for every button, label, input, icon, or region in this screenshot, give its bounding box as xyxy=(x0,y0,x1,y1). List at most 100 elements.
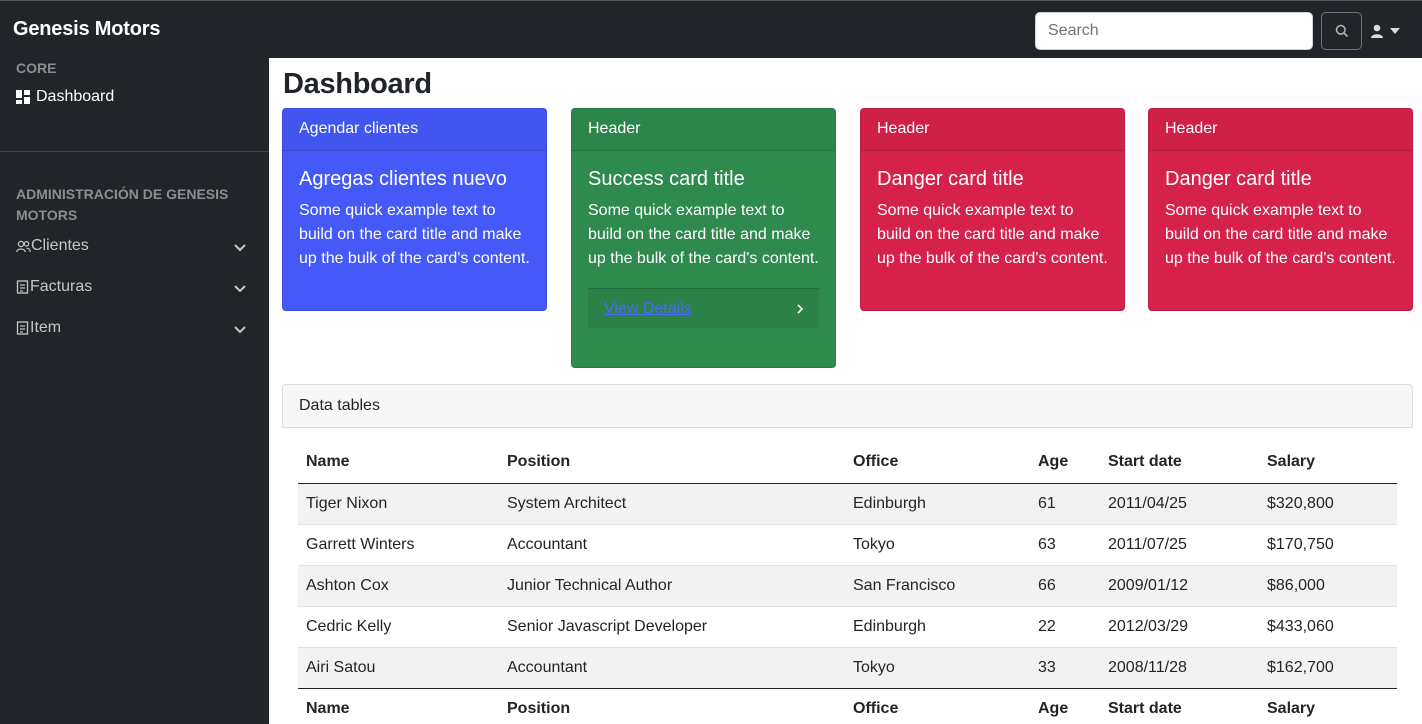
table-cell: 66 xyxy=(1038,576,1056,594)
footer-header-name: Name xyxy=(298,687,499,724)
card-text: Some quick example text to build on the … xyxy=(1165,202,1396,267)
column-header-name[interactable]: Name xyxy=(298,442,499,484)
table-cell: $170,750 xyxy=(1267,535,1334,553)
table-cell: Edinburgh xyxy=(853,617,926,635)
search-button[interactable] xyxy=(1321,12,1362,50)
users-icon xyxy=(16,240,31,252)
sidebar-item-dashboard[interactable]: Dashboard xyxy=(16,88,114,106)
table-cell: 22 xyxy=(1038,617,1056,635)
table-cell: 2008/11/28 xyxy=(1108,658,1187,676)
table-cell: Ashton Cox xyxy=(306,576,389,594)
card-body: Success card title Some quick example te… xyxy=(572,151,835,271)
table-row: Ashton Cox Junior Technical Author San F… xyxy=(298,565,1397,606)
card-title: Success card title xyxy=(588,168,745,190)
column-header-position[interactable]: Position xyxy=(499,442,845,484)
sidebar-item-label: Item xyxy=(30,319,62,336)
card-title: Danger card title xyxy=(1165,168,1312,190)
footer-header-start-date: Start date xyxy=(1100,687,1259,724)
table-cell: Accountant xyxy=(507,535,588,553)
table-cell: System Architect xyxy=(507,494,627,512)
table-cell: Airi Satou xyxy=(306,658,376,676)
sidebar-item-facturas[interactable]: Facturas xyxy=(16,278,92,296)
footer-header-salary: Salary xyxy=(1259,687,1397,724)
column-header-age[interactable]: Age xyxy=(1030,442,1100,484)
sidebar-item-label: Clientes xyxy=(31,237,89,254)
table-cell: Edinburgh xyxy=(853,494,926,512)
view-details-link[interactable]: View Details xyxy=(604,300,692,318)
user-icon xyxy=(1371,24,1383,38)
datatable-header: Data tables xyxy=(299,397,380,414)
table-cell: Tokyo xyxy=(853,658,895,676)
card-body: Danger card title Some quick example tex… xyxy=(861,151,1124,271)
card-success: Header Success card title Some quick exa… xyxy=(571,108,836,368)
sidebar-heading-admin: ADMINISTRACIÓN DE GENESIS MOTORS xyxy=(16,186,229,223)
card-danger: Header Danger card title Some quick exam… xyxy=(1148,108,1413,311)
table-cell: 61 xyxy=(1038,494,1056,512)
chevron-right-icon[interactable] xyxy=(797,303,803,314)
table-cell: 2012/03/29 xyxy=(1108,617,1189,635)
table-cell: $162,700 xyxy=(1267,658,1334,676)
sidebar-item-clientes[interactable]: Clientes xyxy=(16,237,89,255)
table-cell: $86,000 xyxy=(1267,576,1325,594)
footer-header-age: Age xyxy=(1030,687,1100,724)
table-header-row: Name Position Office Age Start date Sala… xyxy=(298,442,1397,484)
table-cell: 2009/01/12 xyxy=(1108,576,1189,594)
page-title: Dashboard xyxy=(283,68,432,100)
top-navbar: Genesis Motors xyxy=(0,0,1422,58)
table-cell: 63 xyxy=(1038,535,1056,553)
sidebar-item-item[interactable]: Item xyxy=(16,319,61,337)
dashboard-icon xyxy=(16,90,30,104)
sidebar-divider xyxy=(0,151,269,152)
table-cell: Cedric Kelly xyxy=(306,617,392,635)
table-row: Cedric Kelly Senior Javascript Developer… xyxy=(298,606,1397,647)
card-danger: Header Danger card title Some quick exam… xyxy=(860,108,1125,311)
card-title: Agregas clientes nuevo xyxy=(299,168,507,190)
table-row: Tiger Nixon System Architect Edinburgh 6… xyxy=(298,483,1397,524)
table-cell: $320,800 xyxy=(1267,494,1334,512)
table-cell: Senior Javascript Developer xyxy=(507,617,708,635)
table-cell: Accountant xyxy=(507,658,588,676)
document-icon xyxy=(16,321,29,335)
card-text: Some quick example text to build on the … xyxy=(299,202,530,267)
card-body: Agregas clientes nuevo Some quick exampl… xyxy=(283,151,546,271)
column-header-start-date[interactable]: Start date xyxy=(1100,442,1259,484)
search-input[interactable] xyxy=(1035,12,1313,50)
card-header: Header xyxy=(572,109,835,151)
table-cell: Tiger Nixon xyxy=(306,494,388,512)
sidebar-item-label: Dashboard xyxy=(36,88,115,105)
table-cell: Garrett Winters xyxy=(306,535,415,553)
card-header: Header xyxy=(861,109,1124,151)
footer-header-office: Office xyxy=(845,687,1030,724)
card-header: Agendar clientes xyxy=(283,109,546,151)
table-cell: $433,060 xyxy=(1267,617,1334,635)
table-cell: 33 xyxy=(1038,658,1056,676)
card-text: Some quick example text to build on the … xyxy=(588,202,819,267)
footer-header-position: Position xyxy=(499,687,845,724)
card-header: Header xyxy=(1149,109,1412,151)
sidebar-item-label: Facturas xyxy=(30,278,93,295)
brand-logo[interactable]: Genesis Motors xyxy=(13,18,160,41)
table-footer-row: Name Position Office Age Start date Sala… xyxy=(298,687,1397,724)
user-menu-button[interactable] xyxy=(1370,19,1410,43)
card-title: Danger card title xyxy=(877,168,1024,190)
table-cell: 2011/07/25 xyxy=(1108,535,1187,553)
table-row: Garrett Winters Accountant Tokyo 63 2011… xyxy=(298,524,1397,565)
column-header-office[interactable]: Office xyxy=(845,442,1030,484)
caret-down-icon xyxy=(1390,28,1400,34)
datatable-card: Data tables xyxy=(282,384,1413,428)
chevron-down-icon[interactable] xyxy=(234,244,246,252)
table-cell: Junior Technical Author xyxy=(507,576,673,594)
document-icon xyxy=(16,280,29,294)
data-table: Name Position Office Age Start date Sala… xyxy=(298,442,1397,724)
column-header-salary[interactable]: Salary xyxy=(1259,442,1397,484)
table-cell: 2011/04/25 xyxy=(1108,494,1187,512)
card-text: Some quick example text to build on the … xyxy=(877,202,1108,267)
sidebar-heading-core: CORE xyxy=(16,60,57,76)
search-icon xyxy=(1335,24,1348,38)
chevron-down-icon[interactable] xyxy=(234,326,246,334)
chevron-down-icon[interactable] xyxy=(234,285,246,293)
table-row: Airi Satou Accountant Tokyo 33 2008/11/2… xyxy=(298,647,1397,688)
sidebar: CORE Dashboard ADMINISTRACIÓN DE GENESIS… xyxy=(0,58,269,724)
card-agendar-clientes: Agendar clientes Agregas clientes nuevo … xyxy=(282,108,547,311)
table-cell: San Francisco xyxy=(853,576,956,594)
